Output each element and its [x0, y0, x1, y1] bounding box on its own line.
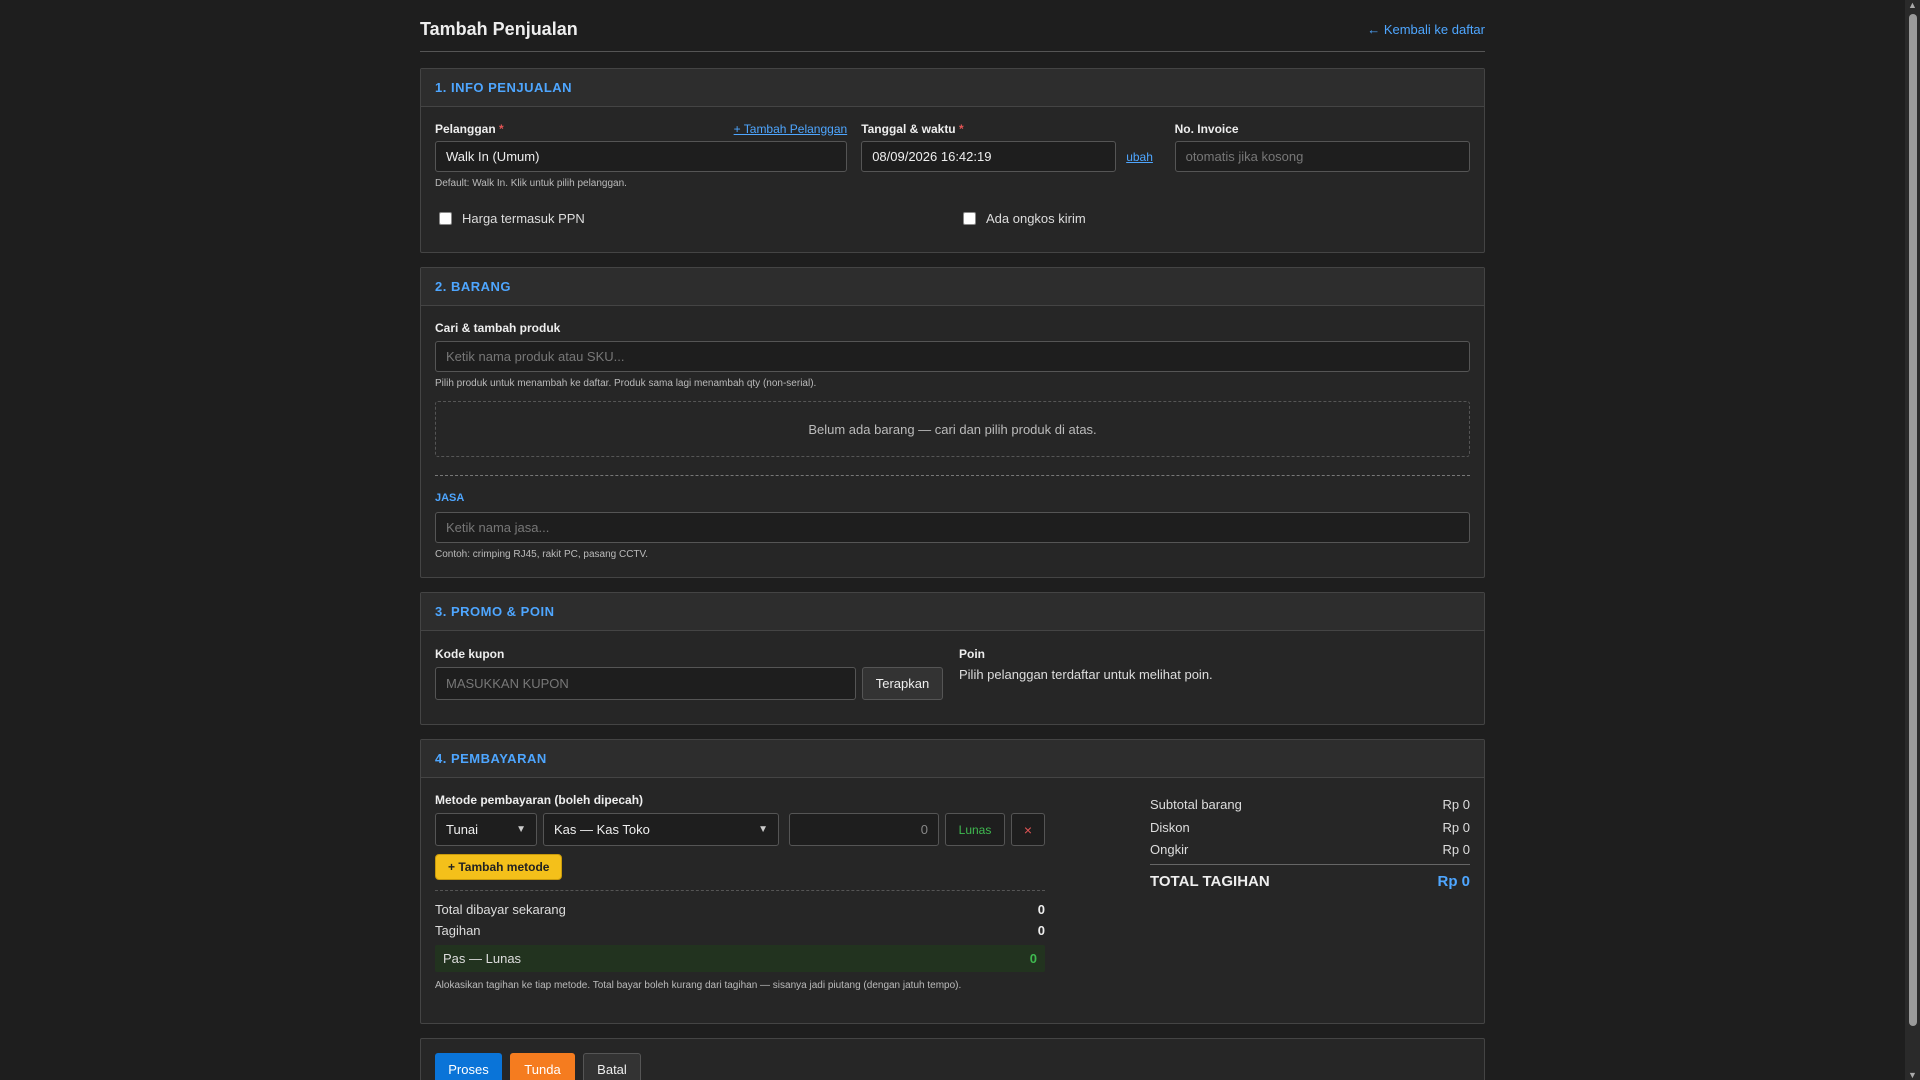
allocation-hint: Alokasikan tagihan ke tiap metode. Total… [435, 980, 962, 991]
add-customer-link[interactable]: + Tambah Pelanggan [734, 122, 848, 136]
total-value: Rp 0 [1437, 873, 1470, 890]
product-search-label: Cari & tambah produk [435, 321, 561, 335]
page-header: Tambah Penjualan ← Kembali ke daftar [420, 0, 1485, 52]
shipping-cost-value: Rp 0 [1442, 842, 1470, 857]
payment-status-value: 0 [1029, 951, 1037, 966]
points-text: Pilih pelanggan terdaftar untuk melihat … [959, 667, 1213, 682]
lunas-button[interactable]: Lunas [945, 813, 1005, 846]
customer-label: Pelanggan * [435, 122, 504, 136]
datetime-field[interactable]: 08/09/2026 16:42:19 [861, 141, 1117, 172]
payment-section: 4. PEMBAYARAN Metode pembayaran (boleh d… [420, 739, 1485, 1024]
sales-info-section: 1. INFO PENJUALAN Pelanggan * + Tambah P… [420, 68, 1485, 253]
shipping-checkbox[interactable]: Ada ongkos kirim [963, 211, 1086, 226]
discount-value: Rp 0 [1442, 820, 1470, 835]
remove-method-button[interactable]: × [1011, 813, 1045, 846]
section-title: 2. BARANG [421, 268, 1484, 306]
cancel-button[interactable]: Batal [583, 1053, 641, 1080]
bill-label: Tagihan [435, 923, 481, 938]
shipping-checkbox-box[interactable] [963, 212, 976, 225]
ppn-checkbox[interactable]: Harga termasuk PPN [439, 211, 963, 226]
paid-now-value: 0 [1037, 902, 1045, 917]
service-title: JASA [435, 492, 465, 504]
promo-section: 3. PROMO & POIN Kode kupon MASUKKAN KUPO… [420, 592, 1485, 725]
service-hint: Contoh: crimping RJ45, rakit PC, pasang … [435, 549, 649, 560]
payment-status-label: Pas — Lunas [443, 951, 522, 966]
items-section: 2. BARANG Cari & tambah produk Ketik nam… [420, 267, 1485, 578]
payment-method-value: Tunai [446, 822, 479, 837]
customer-hint: Default: Walk In. Klik untuk pilih pelan… [435, 178, 627, 189]
add-method-button[interactable]: + Tambah metode [435, 854, 563, 880]
close-icon: × [1023, 821, 1033, 838]
scroll-down-icon[interactable]: ▼ [1908, 1070, 1917, 1080]
page-title: Tambah Penjualan [420, 19, 578, 39]
discount-label: Diskon [1150, 820, 1190, 835]
back-to-list-link[interactable]: ← Kembali ke daftar [1367, 22, 1485, 37]
paid-now-row: Total dibayar sekarang 0 [435, 899, 1045, 920]
coupon-input[interactable]: MASUKKAN KUPON [435, 667, 856, 700]
bill-row: Tagihan 0 [435, 920, 1045, 941]
account-value: Kas — Kas Toko [554, 822, 650, 837]
total-row: TOTAL TAGIHAN Rp 0 [1150, 873, 1470, 890]
section-title: 1. INFO PENJUALAN [421, 69, 1484, 107]
apply-coupon-button[interactable]: Terapkan [862, 667, 943, 700]
product-search-hint: Pilih produk untuk menambah ke daftar. P… [435, 378, 817, 389]
actions-bar: Proses Tunda Batal [420, 1038, 1485, 1080]
datetime-label: Tanggal & waktu * [861, 122, 964, 136]
bill-value: 0 [1037, 923, 1045, 938]
service-input[interactable]: Ketik nama jasa... [435, 512, 1470, 543]
change-datetime-link[interactable]: ubah [1126, 150, 1153, 164]
chevron-down-icon: ▼ [758, 824, 768, 835]
page: Tambah Penjualan ← Kembali ke daftar 1. … [420, 0, 1485, 1080]
discount-row: Diskon Rp 0 [1150, 816, 1470, 839]
process-button[interactable]: Proses [435, 1053, 502, 1080]
points-label: Poin [959, 647, 985, 661]
hold-button[interactable]: Tunda [510, 1053, 575, 1080]
shipping-row: Ongkir Rp 0 [1150, 839, 1470, 865]
chevron-down-icon: ▼ [516, 824, 526, 835]
section-title: 4. PEMBAYARAN [421, 740, 1484, 778]
shipping-label: Ada ongkos kirim [986, 211, 1086, 226]
product-search-input[interactable]: Ketik nama produk atau SKU... [435, 341, 1470, 372]
subtotal-value: Rp 0 [1442, 797, 1470, 812]
invoice-input[interactable]: otomatis jika kosong [1174, 141, 1470, 172]
customer-field[interactable]: Walk In (Umum) [435, 141, 848, 172]
empty-items-box: Belum ada barang — cari dan pilih produk… [435, 401, 1470, 457]
account-select[interactable]: Kas — Kas Toko ▼ [543, 813, 779, 846]
payment-status-bar: Pas — Lunas 0 [435, 945, 1045, 972]
payment-method-label: Metode pembayaran (boleh dipecah) [435, 793, 644, 807]
subtotal-label: Subtotal barang [1150, 797, 1242, 812]
payment-amount-input[interactable]: 0 [789, 813, 939, 846]
section-title: 3. PROMO & POIN [421, 593, 1484, 631]
invoice-label: No. Invoice [1174, 122, 1239, 136]
total-label: TOTAL TAGIHAN [1150, 873, 1270, 890]
ppn-label: Harga termasuk PPN [462, 211, 585, 226]
page-scrollbar[interactable]: ▲ ▼ [1905, 0, 1920, 1080]
ppn-checkbox-box[interactable] [439, 212, 452, 225]
scrollbar-thumb[interactable] [1909, 14, 1917, 1026]
subtotal-row: Subtotal barang Rp 0 [1150, 793, 1470, 816]
shipping-cost-label: Ongkir [1150, 842, 1189, 857]
paid-now-label: Total dibayar sekarang [435, 902, 566, 917]
scroll-up-icon[interactable]: ▲ [1908, 0, 1917, 10]
payment-method-select[interactable]: Tunai ▼ [435, 813, 537, 846]
divider [435, 475, 1470, 476]
coupon-label: Kode kupon [435, 647, 505, 661]
